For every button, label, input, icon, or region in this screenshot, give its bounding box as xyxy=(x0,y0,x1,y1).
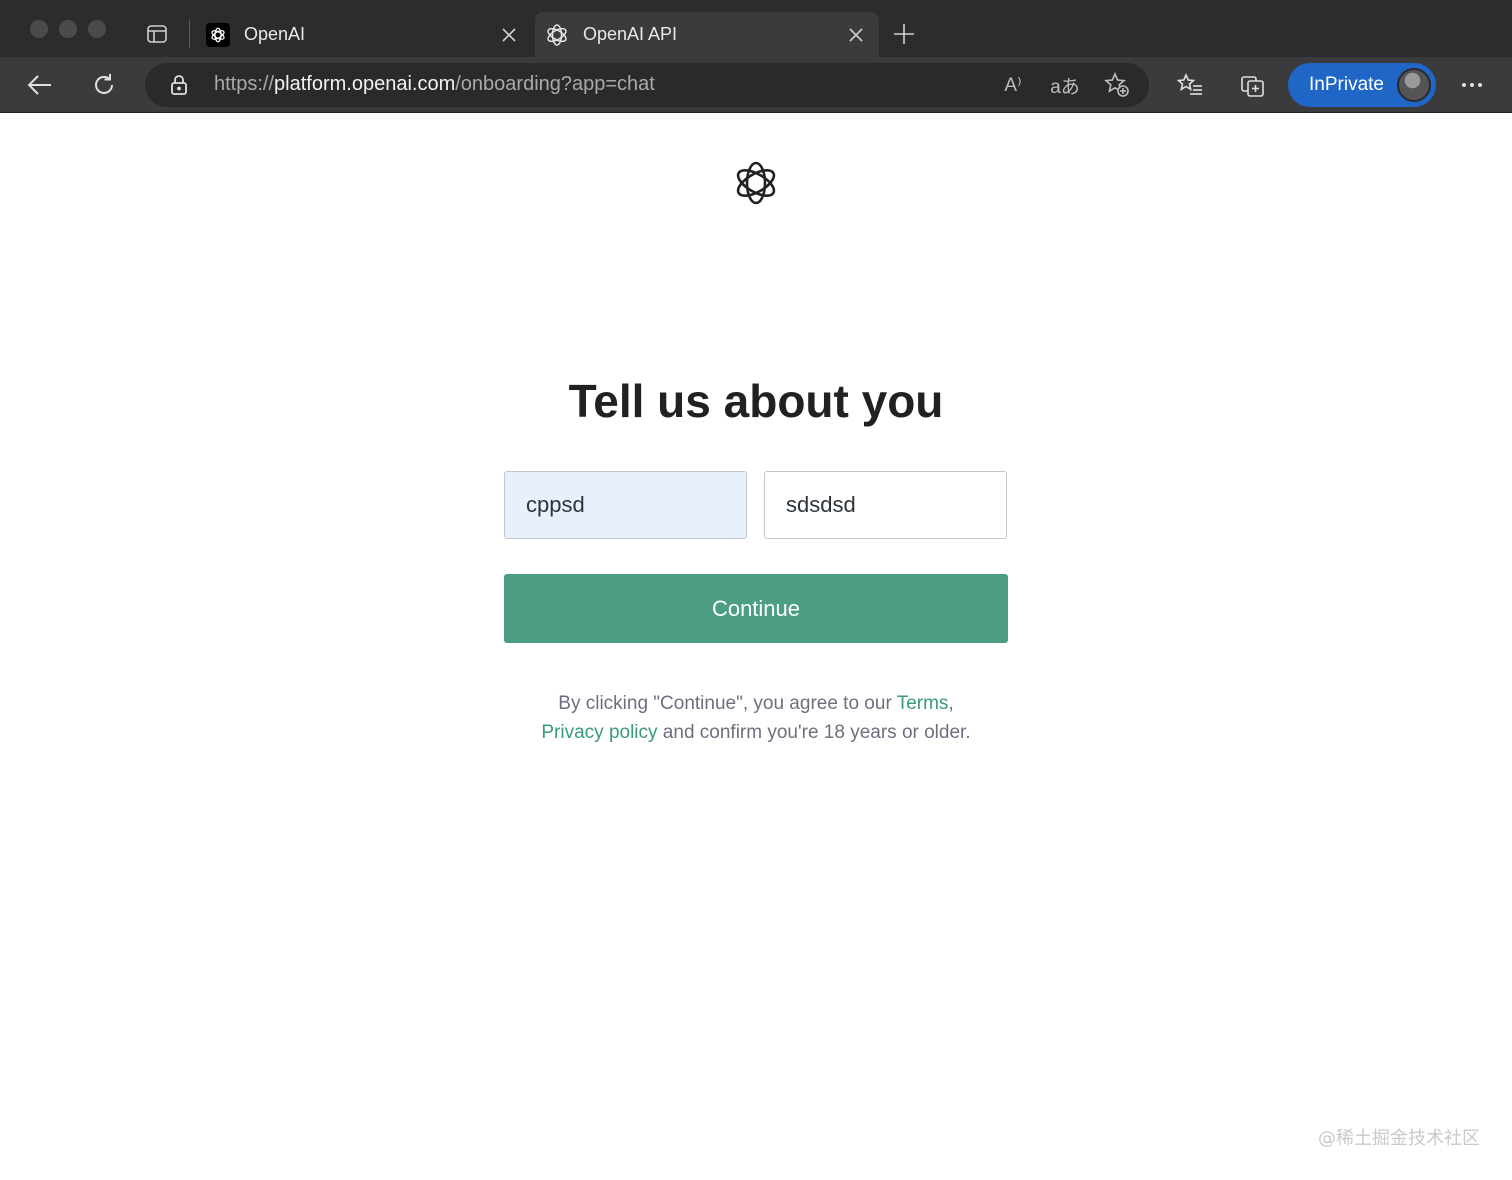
favorites-icon[interactable] xyxy=(1170,65,1210,105)
privacy-policy-link[interactable]: Privacy policy xyxy=(541,722,657,743)
back-arrow-icon[interactable] xyxy=(20,65,60,105)
inprivate-label: InPrivate xyxy=(1309,74,1384,95)
legal-notice: By clicking "Continue", you agree to our… xyxy=(0,689,1512,747)
legal-prefix: By clicking "Continue", you agree to our xyxy=(558,693,897,714)
read-aloud-icon[interactable]: A⁾ xyxy=(997,69,1029,101)
legal-comma: , xyxy=(948,693,954,714)
url-scheme: https:// xyxy=(214,73,275,95)
url-text[interactable]: https://platform.openai.com/onboarding?a… xyxy=(214,73,655,96)
continue-button[interactable]: Continue xyxy=(504,574,1008,643)
url-path: /onboarding?app=chat xyxy=(455,73,655,95)
tab-strip: OpenAI OpenAI API xyxy=(0,0,1512,57)
terms-link[interactable]: Terms xyxy=(897,693,949,714)
page-title: Tell us about you xyxy=(568,375,944,427)
tab-title: OpenAI xyxy=(244,24,306,44)
close-icon[interactable] xyxy=(841,20,871,50)
collections-icon[interactable] xyxy=(1233,65,1273,105)
tab-actions-icon[interactable] xyxy=(140,17,174,51)
window-close-dot[interactable] xyxy=(30,20,48,38)
page-content: Tell us about you cppsd sdsdsd Continue … xyxy=(0,114,1512,1180)
legal-suffix: and confirm you're 18 years or older. xyxy=(657,722,971,743)
window-minimize-dot[interactable] xyxy=(59,20,77,38)
browser-window: OpenAI OpenAI API https://platform.opena… xyxy=(0,0,1512,1180)
more-options-icon[interactable] xyxy=(1452,65,1492,105)
inprivate-button[interactable]: InPrivate xyxy=(1288,63,1436,107)
openai-favicon-icon xyxy=(206,22,230,47)
window-zoom-dot[interactable] xyxy=(88,20,106,38)
avatar xyxy=(1397,68,1431,102)
openai-favicon-icon xyxy=(545,23,569,47)
close-icon[interactable] xyxy=(494,20,524,50)
url-host: platform.openai.com xyxy=(274,73,456,95)
tab-title: OpenAI API xyxy=(583,24,678,44)
tab-divider xyxy=(189,20,190,48)
tab-openai-api[interactable]: OpenAI API xyxy=(535,12,879,57)
address-bar[interactable]: https://platform.openai.com/onboarding?a… xyxy=(145,63,1149,107)
refresh-icon[interactable] xyxy=(84,65,124,105)
watermark: @稀土掘金技术社区 xyxy=(1318,1128,1480,1149)
lock-icon[interactable] xyxy=(167,73,191,97)
translate-icon[interactable]: aあ xyxy=(1049,69,1081,101)
new-tab-icon[interactable] xyxy=(888,18,920,50)
add-favorite-icon[interactable] xyxy=(1101,69,1133,101)
tab-openai[interactable]: OpenAI xyxy=(196,12,532,57)
openai-logo-icon xyxy=(732,159,780,207)
first-name-input[interactable]: cppsd xyxy=(504,471,747,539)
last-name-input[interactable]: sdsdsd xyxy=(764,471,1007,539)
browser-toolbar: https://platform.openai.com/onboarding?a… xyxy=(0,57,1512,113)
